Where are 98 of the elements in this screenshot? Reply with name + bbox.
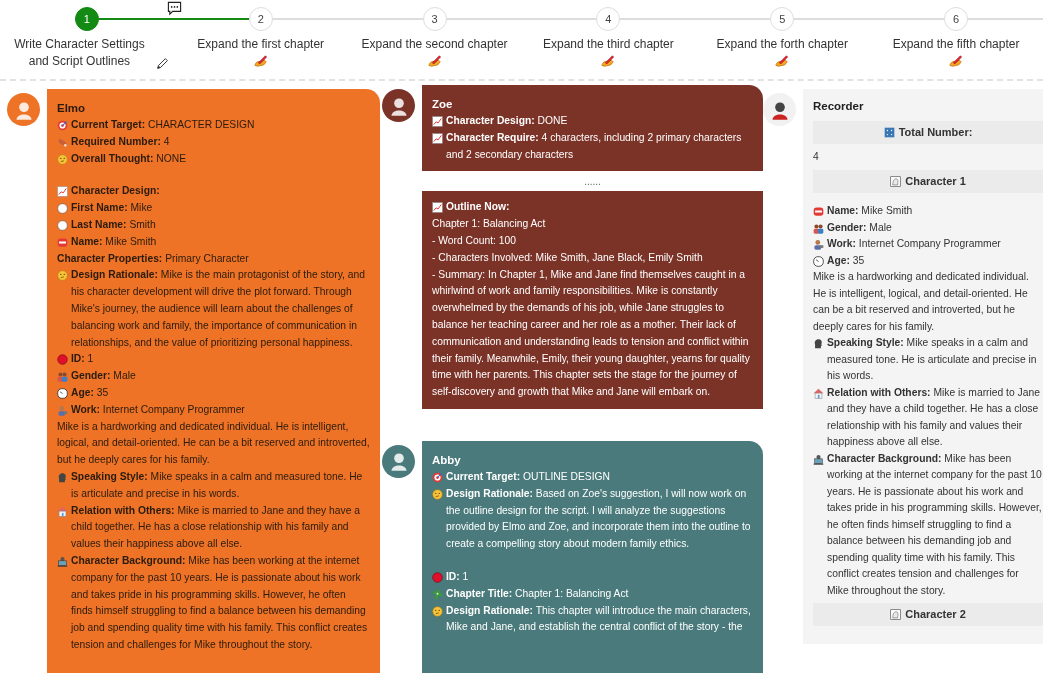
picture-frame-icon [890,175,902,187]
field-text: Relation with Others: Mike is married to Jane and they have a child together. He has a close relationship with his family and values their happiness above all else. [71,503,361,552]
sender-name: Abby [432,452,462,468]
thinking-face-icon [57,270,68,282]
field-text: Age: 35 [827,253,866,268]
field-text: Design Rationale: This chapter will introduce the main characters, Mike and Jane, and establish the central conflict of the story - the [446,603,752,635]
step-label: Expand the third chapter [543,36,674,53]
pencil-icon [156,57,170,70]
dot-icon [432,571,443,583]
field-text: Gender: Male [71,369,137,384]
step-circle[interactable]: 5 [770,7,795,31]
clock-icon [813,255,824,267]
step-circle[interactable]: 6 [944,7,969,31]
chart-icon [432,116,443,127]
field-text: Character Require: 4 characters, including 2 primary characters and 2 secondary characters [446,130,743,162]
thinking-face-icon [432,488,443,500]
circle-icon [57,220,68,231]
chart-icon [432,132,443,144]
writing-hand-icon [601,54,616,68]
target-icon [432,471,443,483]
field-text: Required Number: 4 [71,134,171,149]
field-text: Character Background: Mike has been working at the internet company for the past 10 years. He is passionate about his work and takes pride in his programming skills. However, he often finds himself struggling to find a balance between his demanding job and spending quality time with his family. This conflict creates tension and challenges for Mike throughout the story. [71,553,369,652]
step-label: Expand the second chapter [361,36,508,53]
name-badge-icon [813,206,824,217]
house-icon [57,505,68,517]
writing-hand-icon [253,54,268,68]
field-text: Name: Mike Smith [827,204,914,218]
field-text: Design Rationale: Based on Zoe's suggestion, I will now work on the outline design for the script. I will analyze the suggestions provided by Elmo and Zoe, and incorporate them into the outline to create a compelling story about modern family ethics. [446,486,752,552]
field-text: Last Name: Smith [71,218,157,232]
writing-hand-icon [427,54,442,68]
sender-name: Zoe [432,97,454,112]
field-text: Speaking Style: Mike speaks in a calm and measured tone. He is articulate and precise in his words. [71,469,364,501]
step-circle[interactable]: 4 [596,7,621,31]
picture-frame-icon [890,608,902,620]
writing-hand-icon [949,54,964,68]
field-text: Overall Thought: NONE [71,151,187,166]
people-icon [57,371,68,383]
ellipsis-separator: ...... [583,175,602,190]
value-text: 4 [813,151,819,162]
field-text: Current Target: CHARACTER DESIGN [71,118,256,132]
field-text: Mike is a hardworking and dedicated individual. He is intelligent, logical, and detail-oriented. He can be a bit reserved and introverted, but he deeply cares for his family. [57,419,370,468]
thinking-face-icon [432,605,443,617]
sender-name: Recorder [813,99,865,114]
field-text: Age: 35 [71,385,110,400]
person-icon [813,239,824,250]
computer-icon [57,555,68,567]
comment-icon[interactable] [166,1,182,16]
step-label: Expand the fifth chapter [892,36,1020,53]
field-text: Current Target: OUTLINE DESIGN [446,469,611,484]
sender-name: Elmo [57,101,87,116]
person-icon [57,404,68,416]
field-text: Character Design: [71,184,161,199]
step-circle[interactable]: 1 [74,7,99,31]
step-circle[interactable]: 3 [422,7,447,31]
step-label: Expand the forth chapter [716,36,848,53]
field-text: Mike is a hardworking and dedicated individual. He is intelligent, logical, and detail-oriented. He can be a bit reserved and introverted, but he deeply cares for his family. [813,270,1030,334]
puzzle-icon [432,588,443,600]
people-icon [813,222,824,234]
field-text: Gender: Male [827,220,893,235]
field-text: - Summary: In Chapter 1, Mike and Jane find themselves caught in a whirlwind of work and family responsibilities. Mike is constantly overwhelmed by the demands of his job, while Jane struggles to balance her teaching career and her role as a mother. Their lack of communication and understanding leads to tension and conflict within their family. Meanwhile, Emily, their young daughter, yearns for quality time with her parents. This chapter sets the stage for the journey of self-discovery and growth that Mike and Jane will embark on. [432,267,751,400]
field-text: Design Rationale: Mike is the main protagonist of the story, and his character development will drive the plot forward. Through Mike's journey, the audience will learn about the challenges of balancing work and family, the importance of communication in relationships, and the value of prioritizing personal happiness. [71,268,366,350]
field-text: Chapter 1: Balancing Act [432,217,547,232]
field-text: Outline Now: [446,200,511,215]
field-text: Character Background: Mike has been working at the internet company for the past 10 years. He is passionate about his work and takes pride in his programming skills. However, he often finds himself struggling to find a balance between his demanding job and spending quality time with his family. This conflict creates tension and challenges for Mike throughout the story. [827,451,1043,598]
computer-icon [813,453,824,465]
name-badge-icon [57,236,68,248]
field-text: Work: Internet Company Programmer [827,237,1002,251]
grid-icon [883,126,895,138]
field-text: Relation with Others: Mike is married to Jane and they have a child together. He has a close relationship with his family and values their happiness above all else. [827,385,1041,449]
header-text: Character 2 [905,608,966,620]
step-label: Write Character Settings and Script Outlines [13,36,146,70]
thinking-face-icon [57,153,68,165]
avatar-icon [763,93,796,126]
field-text: Chapter Title: Chapter 1: Balancing Act [446,586,630,601]
speaking-head-icon [57,471,68,483]
field-text: Character Properties: Primary Character [57,251,250,266]
step-circle[interactable]: 2 [248,7,273,31]
clock-icon [57,387,68,399]
field-text: ID: 1 [446,569,470,584]
circle-icon [57,203,68,215]
speaking-head-icon [813,338,824,349]
step-label: Expand the first chapter [197,36,325,53]
dot-icon [57,354,68,366]
field-text: Name: Mike Smith [71,234,158,249]
field-text: Speaking Style: Mike speaks in a calm and measured tone. He is articulate and precise in his words. [827,336,1038,383]
field-text: Work: Internet Company Programmer [71,402,246,417]
field-text: Character Design: DONE [446,114,569,128]
field-text: ID: 1 [71,352,95,367]
field-text: - Word Count: 100 [432,234,517,248]
header-text: Character 1 [905,175,966,187]
chart-icon [432,202,443,214]
writing-hand-icon [775,54,790,68]
chart-icon [57,186,68,198]
field-text: First Name: Mike [71,201,154,216]
target-icon [57,120,68,131]
field-text: - Characters Involved: Mike Smith, Jane Black, Emily Smith [432,250,704,265]
house-icon [813,387,824,399]
header-text: Total Number: [898,126,973,138]
